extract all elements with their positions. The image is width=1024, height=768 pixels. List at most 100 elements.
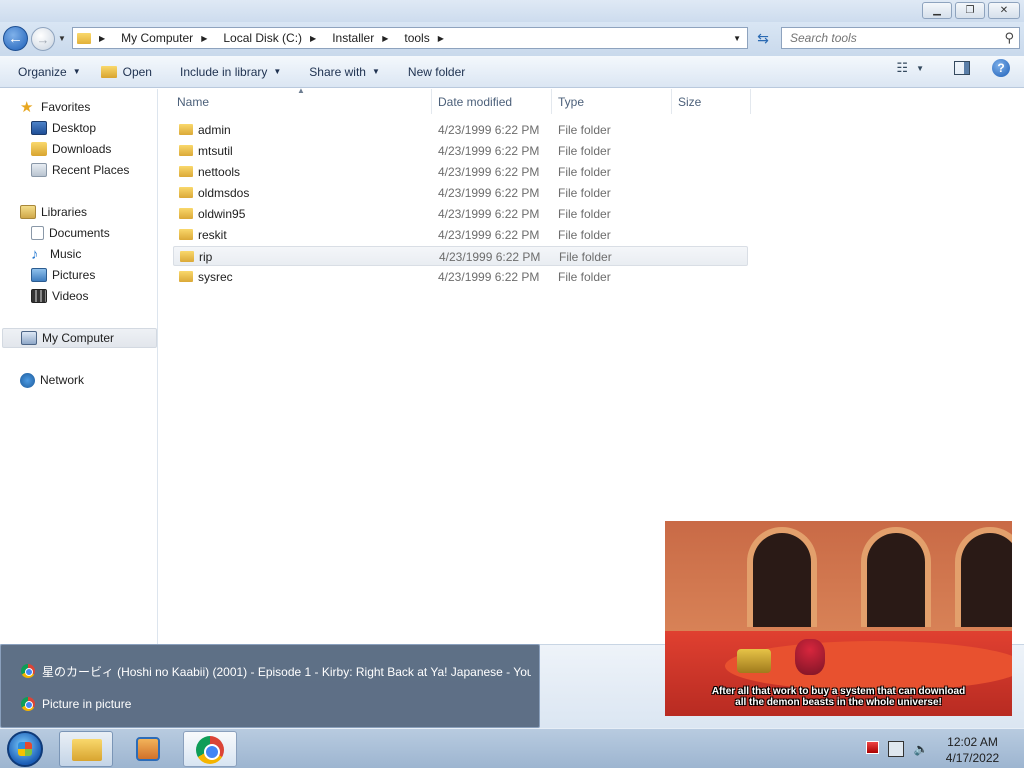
- address-bar[interactable]: ▶ My Computer ▶ Local Disk (C:) ▶ Instal…: [72, 27, 748, 49]
- nav-libraries[interactable]: Libraries: [20, 202, 87, 222]
- table-row[interactable]: admin 4/23/1999 6:22 PM File folder: [173, 120, 748, 140]
- nav-label: Favorites: [41, 100, 91, 114]
- folder-icon: [179, 187, 193, 198]
- action-center-flag-icon[interactable]: [866, 741, 879, 754]
- popup-item-label: 星のカービィ (Hoshi no Kaabii) (2001) - Episod…: [42, 664, 531, 679]
- window-controls: ▁ ❐ ✕: [922, 2, 1020, 19]
- minimize-button[interactable]: ▁: [922, 2, 952, 19]
- file-date: 4/23/1999 6:22 PM: [438, 228, 540, 242]
- desktop-icon: [31, 121, 47, 135]
- popup-item-picture-in-picture[interactable]: Picture in picture: [21, 694, 531, 714]
- open-button[interactable]: Open: [91, 59, 162, 85]
- preview-pane-icon[interactable]: [954, 61, 970, 75]
- nav-label: Recent Places: [52, 163, 130, 177]
- chrome-icon: [196, 736, 224, 764]
- nav-videos[interactable]: Videos: [31, 286, 88, 306]
- nav-my-computer[interactable]: My Computer: [2, 328, 157, 348]
- breadcrumb-installer[interactable]: Installer: [332, 31, 374, 45]
- view-dropdown-icon[interactable]: ▼: [916, 64, 924, 73]
- nav-label: Documents: [49, 226, 110, 240]
- open-label: Open: [122, 64, 152, 79]
- file-name: reskit: [198, 228, 227, 242]
- help-icon[interactable]: ?: [992, 59, 1010, 77]
- search-icon[interactable]: ⚲: [1004, 30, 1014, 46]
- explorer-icon: [72, 739, 102, 761]
- taskbar-window-list-popup: 星のカービィ (Hoshi no Kaabii) (2001) - Episod…: [0, 644, 540, 728]
- system-clock[interactable]: 12:02 AM 4/17/2022: [935, 734, 1010, 766]
- breadcrumb-local-disk[interactable]: Local Disk (C:): [223, 31, 302, 45]
- breadcrumb-separator[interactable]: ▶: [310, 34, 324, 43]
- breadcrumb-separator[interactable]: ▶: [438, 34, 452, 43]
- file-name: sysrec: [198, 270, 233, 284]
- column-header-size[interactable]: Size: [672, 89, 751, 114]
- forward-button[interactable]: →: [31, 27, 55, 51]
- popup-item-video-tab[interactable]: 星のカービィ (Hoshi no Kaabii) (2001) - Episod…: [21, 661, 531, 681]
- taskbar-chrome[interactable]: [183, 731, 237, 767]
- organize-label: Organize: [18, 64, 67, 79]
- video-frame-arch: [955, 527, 1012, 627]
- network-icon: [20, 372, 35, 388]
- table-row[interactable]: oldmsdos 4/23/1999 6:22 PM File folder: [173, 183, 748, 203]
- nav-recent-places[interactable]: Recent Places: [31, 160, 129, 180]
- search-box[interactable]: ⚲: [781, 27, 1020, 49]
- folder-icon: [179, 271, 193, 282]
- back-button[interactable]: ←: [3, 26, 28, 51]
- refresh-icon[interactable]: ⇆: [752, 28, 774, 48]
- breadcrumb-tools[interactable]: tools: [404, 31, 429, 45]
- table-row[interactable]: sysrec 4/23/1999 6:22 PM File folder: [173, 267, 748, 287]
- command-bar: Organize ▼ Open Include in library ▼ Share…: [0, 56, 1024, 88]
- open-folder-icon: [100, 65, 117, 78]
- table-row[interactable]: reskit 4/23/1999 6:22 PM File folder: [173, 225, 748, 245]
- taskbar-explorer[interactable]: [59, 731, 113, 767]
- nav-downloads[interactable]: Downloads: [31, 139, 111, 159]
- subtitle-line: all the demon beasts in the whole univer…: [735, 697, 942, 708]
- recent-pages-dropdown[interactable]: ▼: [58, 34, 66, 43]
- maximize-button[interactable]: ❐: [955, 2, 985, 19]
- volume-icon[interactable]: 🔈: [913, 741, 929, 757]
- taskbar-media-player[interactable]: [120, 731, 174, 767]
- music-icon: ♪: [31, 245, 39, 263]
- file-type: File folder: [558, 186, 611, 200]
- breadcrumb-separator[interactable]: ▶: [382, 34, 396, 43]
- include-in-library-button[interactable]: Include in library ▼: [170, 59, 291, 85]
- network-status-icon[interactable]: [888, 741, 904, 757]
- picture-in-picture-window[interactable]: After all that work to buy a system that…: [665, 521, 1012, 716]
- breadcrumb-separator[interactable]: ▶: [201, 34, 215, 43]
- address-crumb-arrow[interactable]: ▶: [99, 34, 113, 43]
- address-dropdown-icon[interactable]: ▼: [733, 34, 741, 43]
- table-row[interactable]: mtsutil 4/23/1999 6:22 PM File folder: [173, 141, 748, 161]
- nav-label: My Computer: [42, 331, 115, 345]
- close-button[interactable]: ✕: [988, 2, 1020, 19]
- file-type: File folder: [559, 250, 612, 264]
- nav-label: Desktop: [52, 121, 97, 135]
- nav-favorites[interactable]: ★ Favorites: [20, 97, 90, 117]
- search-input[interactable]: [790, 31, 990, 45]
- file-type: File folder: [558, 123, 611, 137]
- file-type: File folder: [558, 270, 611, 284]
- clock-date: 4/17/2022: [945, 751, 1000, 765]
- column-header-name[interactable]: Name ▲: [159, 86, 432, 114]
- downloads-folder-icon: [31, 142, 47, 156]
- table-row[interactable]: oldwin95 4/23/1999 6:22 PM File folder: [173, 204, 748, 224]
- share-with-button[interactable]: Share with ▼: [299, 59, 390, 85]
- new-folder-button[interactable]: New folder: [398, 59, 475, 85]
- nav-network[interactable]: Network: [20, 370, 84, 390]
- column-header-type[interactable]: Type: [552, 89, 672, 114]
- file-type: File folder: [558, 228, 611, 242]
- nav-label: Music: [50, 247, 82, 261]
- organize-button[interactable]: Organize ▼: [8, 59, 91, 85]
- chevron-down-icon: ▼: [72, 67, 81, 76]
- breadcrumb-my-computer[interactable]: My Computer: [121, 31, 193, 45]
- table-row[interactable]: nettools 4/23/1999 6:22 PM File folder: [173, 162, 748, 182]
- nav-pictures[interactable]: Pictures: [31, 265, 95, 285]
- start-button[interactable]: [7, 731, 43, 767]
- view-options-icon[interactable]: ☷: [896, 60, 908, 76]
- pictures-icon: [31, 268, 47, 282]
- system-tray: 🔈: [866, 741, 929, 757]
- file-date: 4/23/1999 6:22 PM: [438, 123, 540, 137]
- nav-desktop[interactable]: Desktop: [31, 118, 96, 138]
- table-row[interactable]: rip 4/23/1999 6:22 PM File folder: [173, 246, 748, 266]
- nav-music[interactable]: ♪ Music: [31, 244, 81, 264]
- nav-documents[interactable]: Documents: [31, 223, 110, 243]
- column-header-date[interactable]: Date modified: [432, 89, 552, 114]
